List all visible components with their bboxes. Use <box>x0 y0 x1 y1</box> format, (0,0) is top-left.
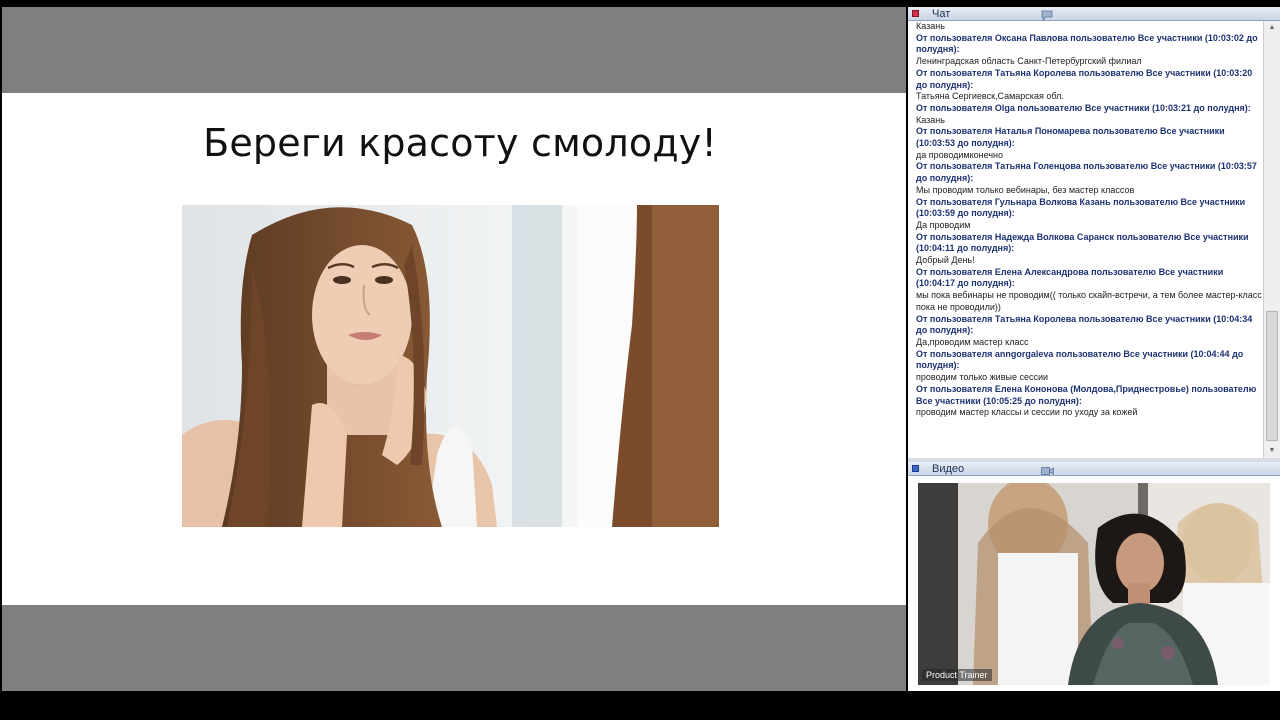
bottom-bar <box>0 693 1280 720</box>
scroll-down-arrow-icon[interactable]: ▼ <box>1266 446 1278 456</box>
video-pod-header: Видео <box>908 462 1280 476</box>
chat-message-header: От пользователя Гульнара Волкова Казань … <box>916 196 1246 219</box>
slide: Береги красоту смолоду! <box>2 93 906 605</box>
chat-message-text: Мы проводим только вебинары, без мастер … <box>916 184 1135 195</box>
chat-message-header: От пользователя Татьяна Королева пользов… <box>916 313 1253 336</box>
chat-message-header: От пользователя Надежда Волкова Саранск … <box>916 231 1249 254</box>
scroll-thumb[interactable] <box>1266 311 1278 441</box>
slide-title: Береги красоту смолоду! <box>203 121 717 165</box>
chat-message-text: да проводимконечно <box>916 149 1003 160</box>
scroll-up-arrow-icon[interactable]: ▲ <box>1266 23 1278 33</box>
chat-message-header: От пользователя Оксана Павлова пользоват… <box>916 32 1258 55</box>
right-panel: Чат Казань От пользователя Оксана Павлова… <box>908 7 1280 691</box>
chat-message-text: Казань <box>916 114 945 125</box>
chat-message-text: Да,проводим мастер класс <box>916 336 1029 347</box>
chat-pod-title: Чат <box>932 8 951 20</box>
chat-message-header: От пользователя Елена Александрова польз… <box>916 266 1224 289</box>
chat-message-header: От пользователя anngorgaleva пользовател… <box>916 348 1244 371</box>
chat-message-text: проводим только живые сессии <box>916 372 1049 383</box>
chat-scrollbar[interactable]: ▲ ▼ <box>1263 21 1280 458</box>
chat-message-text: Ленинградская область Санкт-Петербургски… <box>916 56 1142 67</box>
chat-message-text: проводим мастер классы и сессии по уходу… <box>916 407 1138 418</box>
video-pod-title: Видео <box>932 463 965 475</box>
video-caption: Product Trainer <box>922 669 992 681</box>
chat-message-header: От пользователя Татьяна Голенцова пользо… <box>916 161 1257 184</box>
pod-status-icon[interactable] <box>912 465 919 472</box>
chat-messages: Казань От пользователя Оксана Павлова пол… <box>908 21 1263 458</box>
chat-pod-header: Чат <box>908 7 1280 21</box>
presentation-stage: Береги красоту смолоду! <box>2 7 906 691</box>
camera-icon[interactable] <box>1041 463 1054 481</box>
chat-message-header: От пользователя Наталья Пономарева польз… <box>916 126 1225 149</box>
chat-message-text: Да проводим <box>916 219 971 230</box>
slide-photo <box>182 205 719 527</box>
chat-message-text: Добрый День! <box>916 255 975 266</box>
chat-message-text: Татьяна Сергиевск,Самарская обл. <box>916 91 1064 102</box>
chat-message-text: Казань <box>916 21 945 31</box>
chat-message-text: мы пока вебинары не проводим(( только ск… <box>916 290 1262 312</box>
pod-status-icon[interactable] <box>912 10 919 17</box>
webcam-video[interactable]: Product Trainer <box>918 483 1270 685</box>
chat-message-header: От пользователя Татьяна Королева пользов… <box>916 67 1253 90</box>
chat-message-header: От пользователя Елена Кононова (Молдова,… <box>916 383 1257 406</box>
chat-message-header: От пользователя Olga пользователю Все уч… <box>916 102 1251 113</box>
